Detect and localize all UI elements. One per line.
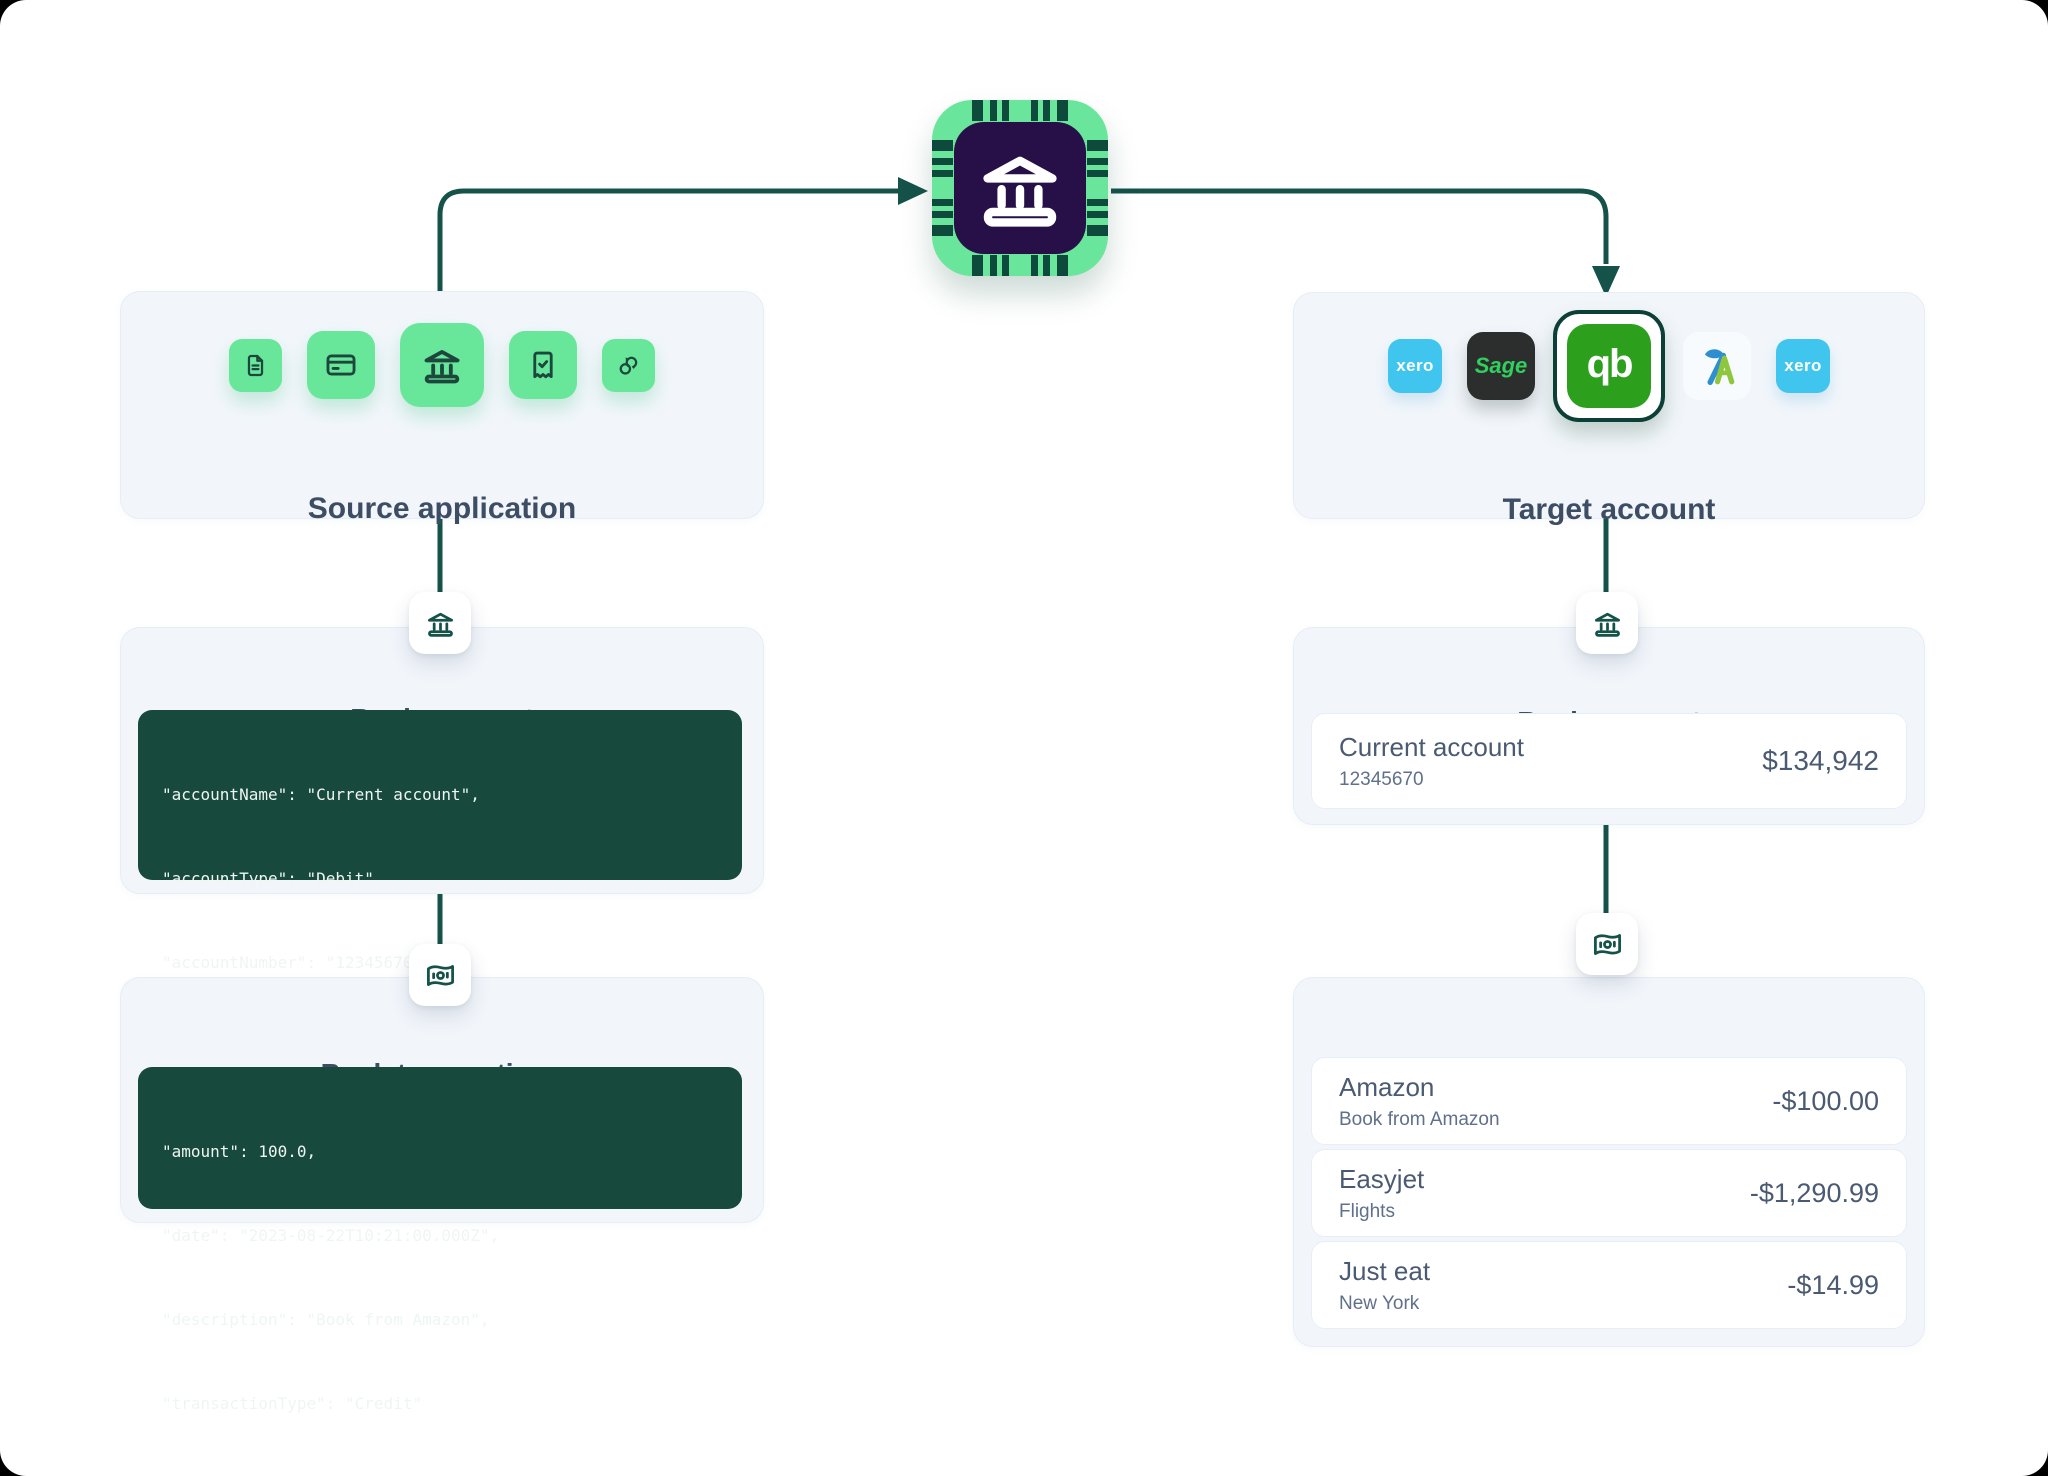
code-line: "accountName": "Current account", [162, 781, 742, 809]
code-line: "transactionType": "Credit" [162, 1390, 742, 1418]
chip-pin-stripe [1043, 100, 1050, 121]
code-line: "amount": 100.0, [162, 1138, 742, 1166]
chip-pin-stripe [990, 255, 997, 276]
bank-badge-icon [1576, 592, 1638, 654]
arrow-source-to-hub [440, 191, 898, 293]
chip-pin-stripe [932, 158, 953, 165]
bank-account-json: "accountName": "Current account", "accou… [138, 710, 742, 880]
chip-pin-stripe [1087, 211, 1108, 218]
credit-card-icon[interactable] [307, 331, 375, 399]
receipt-check-icon[interactable] [509, 331, 577, 399]
bank-icon[interactable] [400, 323, 484, 407]
transaction-description: New York [1339, 1293, 1430, 1315]
app-tile-sage[interactable]: Sage [1467, 332, 1535, 400]
transactions-list: Amazon Book from Amazon -$100.00 Easyjet… [1311, 1057, 1907, 1329]
chip-pin-stripe [1087, 170, 1108, 177]
quickbooks-logo: qb [1567, 324, 1651, 408]
chip-pin-stripe [1031, 255, 1038, 276]
chip-pin-stripe [1057, 255, 1068, 276]
chip-pin-stripe [972, 100, 983, 121]
transaction-row: Amazon Book from Amazon -$100.00 [1311, 1057, 1907, 1145]
chip-pin-stripe [1087, 140, 1108, 151]
bank-transactions-json: "amount": 100.0, "date": "2023-08-22T10:… [138, 1067, 742, 1209]
chip-pin-stripe [1087, 225, 1108, 236]
merchant-name: Just eat [1339, 1256, 1430, 1287]
account-number: 12345670 [1339, 769, 1524, 791]
transaction-row: Easyjet Flights -$1,290.99 [1311, 1149, 1907, 1237]
target-card-title: Target account [1294, 492, 1924, 528]
account-summary-row: Current account 12345670 $134,942 [1311, 713, 1907, 809]
chip-pin-stripe [932, 140, 953, 151]
chip-pin-stripe [1002, 255, 1009, 276]
transaction-row: Just eat New York -$14.99 [1311, 1241, 1907, 1329]
account-name: Current account [1339, 732, 1524, 763]
chip-pin-stripe [932, 225, 953, 236]
chip-pin-stripe [1031, 100, 1038, 121]
chip-pin-stripe [1002, 100, 1009, 121]
source-bank-account-card: Bank account "accountName": "Current acc… [120, 627, 764, 894]
xero-logo: xero [1784, 356, 1822, 376]
freeagent-logo [1696, 345, 1738, 387]
app-tile-freeagent[interactable] [1683, 332, 1751, 400]
chip-pin-stripe [1087, 199, 1108, 206]
arrowhead-right-icon [898, 177, 928, 205]
bank-badge-icon [409, 592, 471, 654]
xero-logo: xero [1396, 356, 1434, 376]
chip-pin-stripe [932, 211, 953, 218]
chip-pin-stripe [932, 170, 953, 177]
target-apps-row: xero Sage qb xero [1294, 310, 1924, 422]
code-line: "description": "Book from Amazon", [162, 1306, 742, 1334]
file-text-icon[interactable] [229, 339, 282, 392]
source-application-card: Source application [120, 291, 764, 519]
transaction-amount: -$1,290.99 [1750, 1178, 1879, 1209]
transaction-amount: -$14.99 [1787, 1270, 1879, 1301]
sync-icon[interactable] [602, 339, 655, 392]
banknote-badge-icon [1576, 913, 1638, 975]
chip-pin-stripe [1057, 100, 1068, 121]
chip-pin-stripe [1043, 255, 1050, 276]
chip-pin-stripe [972, 255, 983, 276]
integration-flow-diagram: Source application xero Sage qb [0, 0, 2048, 1476]
source-card-title: Source application [121, 491, 763, 527]
sage-logo: Sage [1475, 353, 1528, 379]
code-line: "date": "2023-08-22T10:21:00.000Z", [162, 1222, 742, 1250]
bank-icon [954, 122, 1086, 254]
transaction-amount: -$100.00 [1772, 1086, 1879, 1117]
account-balance: $134,942 [1762, 745, 1879, 777]
transaction-description: Flights [1339, 1201, 1424, 1223]
banknote-badge-icon [409, 944, 471, 1006]
target-bank-account-card: Bank account Current account 12345670 $1… [1293, 627, 1925, 825]
transaction-description: Book from Amazon [1339, 1109, 1500, 1131]
chip-pin-stripe [932, 199, 953, 206]
target-bank-transactions-card: Bank transactions Amazon Book from Amazo… [1293, 977, 1925, 1347]
target-account-card: xero Sage qb xero Targ [1293, 292, 1925, 519]
app-tile-quickbooks-selected[interactable]: qb [1553, 310, 1665, 422]
chip-pin-stripe [1087, 158, 1108, 165]
source-icons-row [121, 323, 763, 407]
merchant-name: Easyjet [1339, 1164, 1424, 1195]
app-tile-xero-2[interactable]: xero [1776, 339, 1830, 393]
bank-chip-icon [932, 100, 1108, 276]
chip-pin-stripe [990, 100, 997, 121]
merchant-name: Amazon [1339, 1072, 1500, 1103]
code-line: "accountType": "Debit", [162, 865, 742, 893]
app-tile-xero[interactable]: xero [1388, 339, 1442, 393]
arrow-hub-to-target [1111, 191, 1606, 264]
source-bank-transactions-card: Bank transactions "amount": 100.0, "date… [120, 977, 764, 1223]
